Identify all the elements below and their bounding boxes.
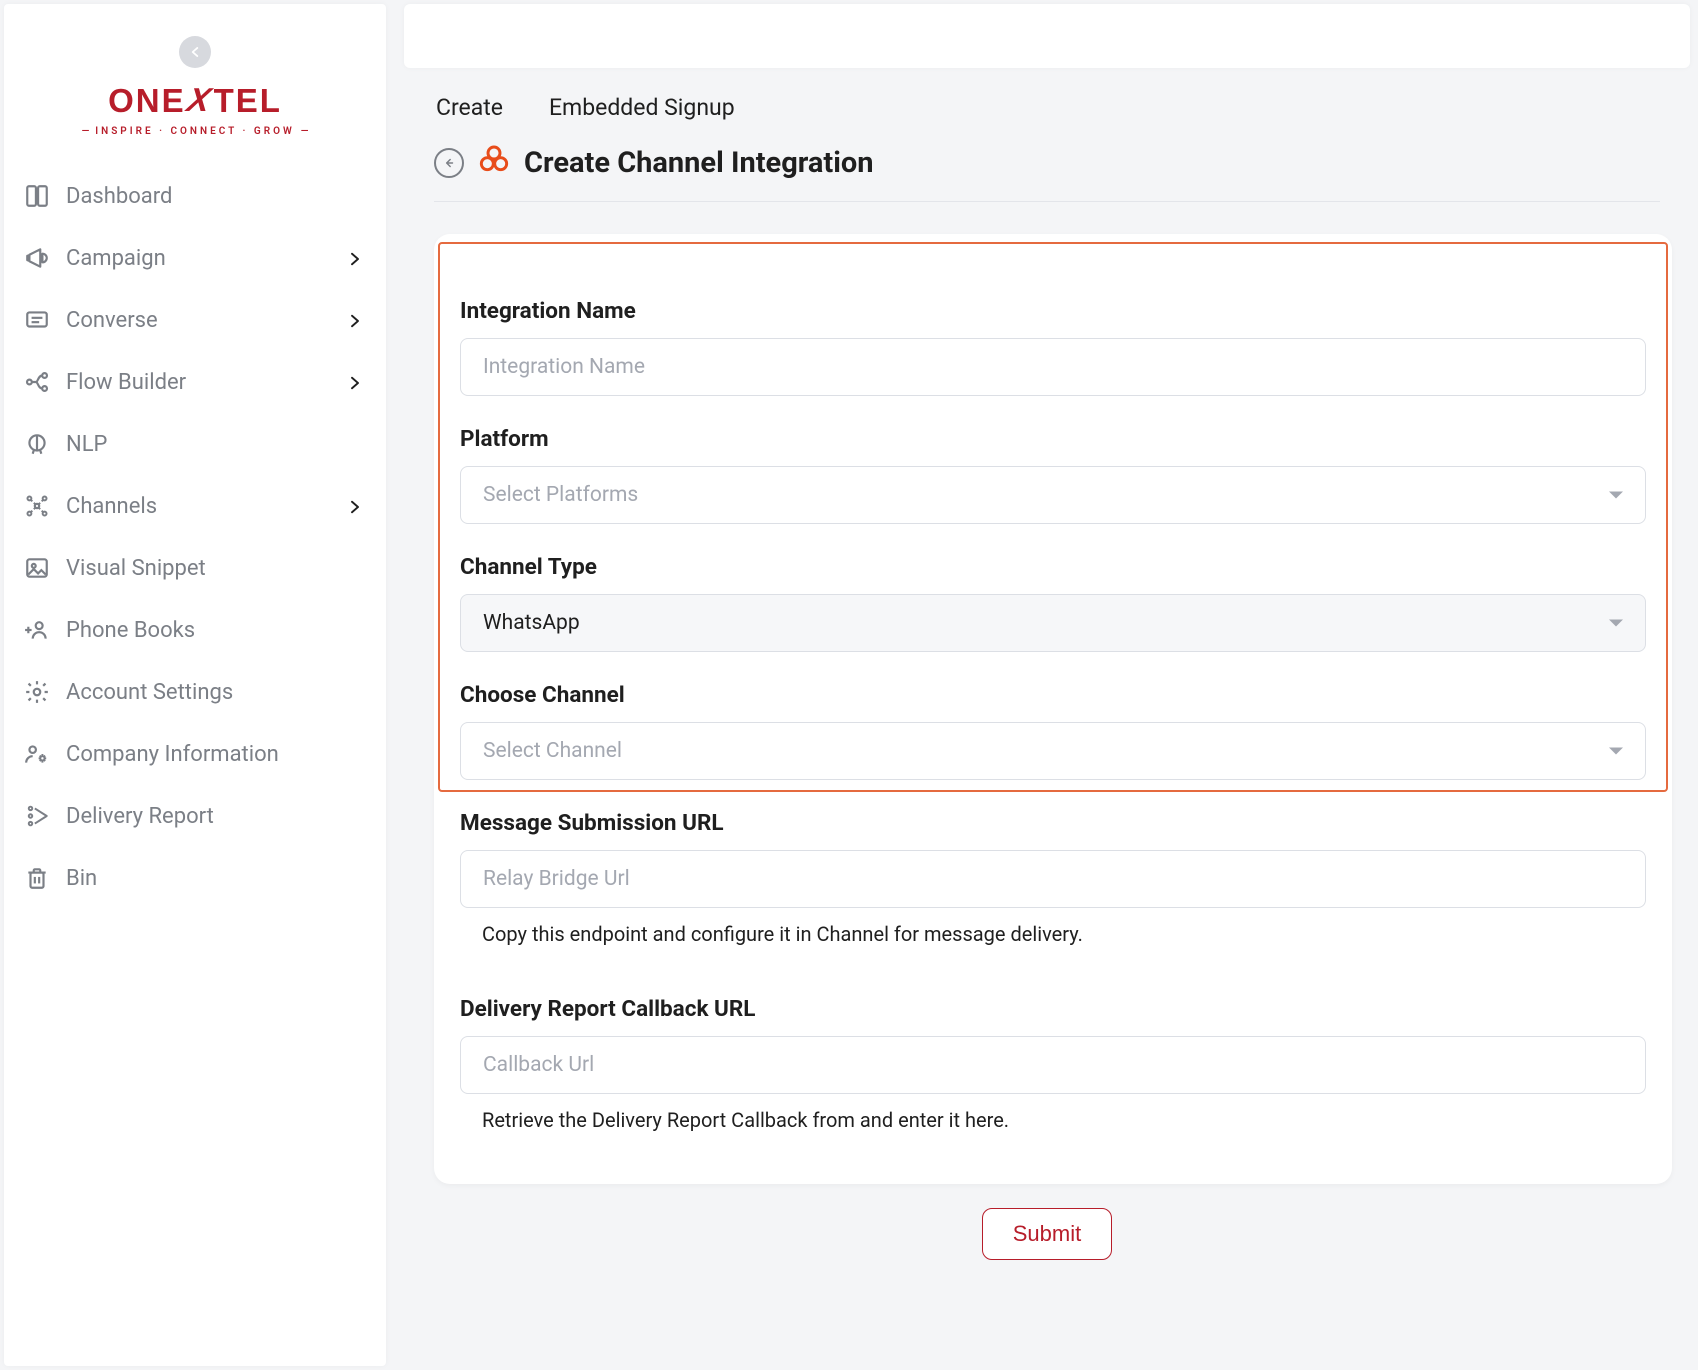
sidebar-item-label: Campaign <box>66 246 166 271</box>
label-callback-url: Delivery Report Callback URL <box>460 996 1646 1022</box>
caret-down-icon <box>1609 620 1623 627</box>
caret-down-icon <box>1609 492 1623 499</box>
callback-url-help: Retrieve the Delivery Report Callback fr… <box>460 1108 1646 1132</box>
page-title: Create Channel Integration <box>524 146 874 180</box>
sidebar-item-label: Converse <box>66 308 158 333</box>
people-gear-icon <box>22 739 52 769</box>
brand-logo: ONE X TEL INSPIRE · CONNECT · GROW <box>4 82 386 137</box>
chevron-right-icon <box>346 373 364 391</box>
flow-icon <box>22 367 52 397</box>
chevron-left-icon <box>188 45 202 59</box>
logo-part-one: ONE <box>108 82 186 120</box>
chevron-right-icon <box>346 249 364 267</box>
logo-part-tel: TEL <box>214 82 282 120</box>
sidebar-item-label: Delivery Report <box>66 804 214 829</box>
sidebar-item-label: Phone Books <box>66 618 195 643</box>
integration-name-field[interactable] <box>460 338 1646 396</box>
megaphone-icon <box>22 243 52 273</box>
sidebar-item-flow-builder[interactable]: Flow Builder <box>8 351 382 413</box>
brain-icon <box>22 429 52 459</box>
integration-icon <box>478 145 510 181</box>
brand-tagline: INSPIRE · CONNECT · GROW <box>4 126 386 137</box>
channel-type-value: WhatsApp <box>483 611 580 635</box>
page-header: Create Channel Integration <box>404 145 1690 181</box>
label-platform: Platform <box>460 426 1646 452</box>
sidebar-item-label: Flow Builder <box>66 370 186 395</box>
callback-url-input[interactable] <box>483 1037 1623 1093</box>
integration-name-input[interactable] <box>483 339 1623 395</box>
sidebar-item-label: Channels <box>66 494 157 519</box>
label-integration-name: Integration Name <box>460 298 1646 324</box>
sidebar-nav: Dashboard Campaign Converse Flow Builder NLP… <box>4 165 386 909</box>
tab-create[interactable]: Create <box>436 94 503 121</box>
channel-type-select[interactable]: WhatsApp <box>460 594 1646 652</box>
platform-select[interactable]: Select Platforms <box>460 466 1646 524</box>
choose-channel-select[interactable]: Select Channel <box>460 722 1646 780</box>
topbar <box>404 4 1690 68</box>
page-divider <box>434 201 1660 202</box>
label-choose-channel: Choose Channel <box>460 682 1646 708</box>
sidebar-item-label: NLP <box>66 432 107 457</box>
form-card: Integration Name Platform Select Platfor… <box>434 234 1672 1184</box>
label-channel-type: Channel Type <box>460 554 1646 580</box>
submit-wrap: Submit <box>404 1208 1690 1260</box>
channels-icon <box>22 491 52 521</box>
dashboard-icon <box>22 181 52 211</box>
chevron-right-icon <box>346 311 364 329</box>
main-content: Create Embedded Signup Create Channel In… <box>386 0 1698 1370</box>
back-button[interactable] <box>434 148 464 178</box>
message-url-help: Copy this endpoint and configure it in C… <box>460 922 1646 946</box>
chevron-right-icon <box>346 497 364 515</box>
tab-embedded-signup[interactable]: Embedded Signup <box>549 94 735 121</box>
sidebar-item-bin[interactable]: Bin <box>8 847 382 909</box>
sidebar-item-nlp[interactable]: NLP <box>8 413 382 475</box>
caret-down-icon <box>1609 748 1623 755</box>
trash-icon <box>22 863 52 893</box>
tabs: Create Embedded Signup <box>404 68 1690 145</box>
sidebar-item-company-information[interactable]: Company Information <box>8 723 382 785</box>
sidebar-item-channels[interactable]: Channels <box>8 475 382 537</box>
platform-select-value: Select Platforms <box>483 483 638 507</box>
sidebar-item-account-settings[interactable]: Account Settings <box>8 661 382 723</box>
sidebar-item-converse[interactable]: Converse <box>8 289 382 351</box>
sidebar-item-label: Company Information <box>66 742 279 767</box>
sidebar-item-label: Bin <box>66 866 97 891</box>
callback-url-field[interactable] <box>460 1036 1646 1094</box>
gear-icon <box>22 677 52 707</box>
person-add-icon <box>22 615 52 645</box>
arrow-left-icon <box>442 156 456 170</box>
chat-icon <box>22 305 52 335</box>
message-url-field[interactable] <box>460 850 1646 908</box>
sidebar-item-label: Account Settings <box>66 680 233 705</box>
send-report-icon <box>22 801 52 831</box>
sidebar-item-label: Visual Snippet <box>66 556 206 581</box>
sidebar: ONE X TEL INSPIRE · CONNECT · GROW Dashb… <box>4 4 386 1366</box>
choose-channel-value: Select Channel <box>483 739 622 763</box>
sidebar-item-dashboard[interactable]: Dashboard <box>8 165 382 227</box>
logo-part-x: X <box>184 81 216 119</box>
sidebar-collapse-button[interactable] <box>179 36 211 68</box>
submit-button[interactable]: Submit <box>982 1208 1112 1260</box>
sidebar-item-delivery-report[interactable]: Delivery Report <box>8 785 382 847</box>
sidebar-item-campaign[interactable]: Campaign <box>8 227 382 289</box>
label-message-url: Message Submission URL <box>460 810 1646 836</box>
sidebar-item-visual-snippet[interactable]: Visual Snippet <box>8 537 382 599</box>
image-icon <box>22 553 52 583</box>
message-url-input[interactable] <box>483 851 1623 907</box>
sidebar-item-phone-books[interactable]: Phone Books <box>8 599 382 661</box>
sidebar-item-label: Dashboard <box>66 184 172 209</box>
